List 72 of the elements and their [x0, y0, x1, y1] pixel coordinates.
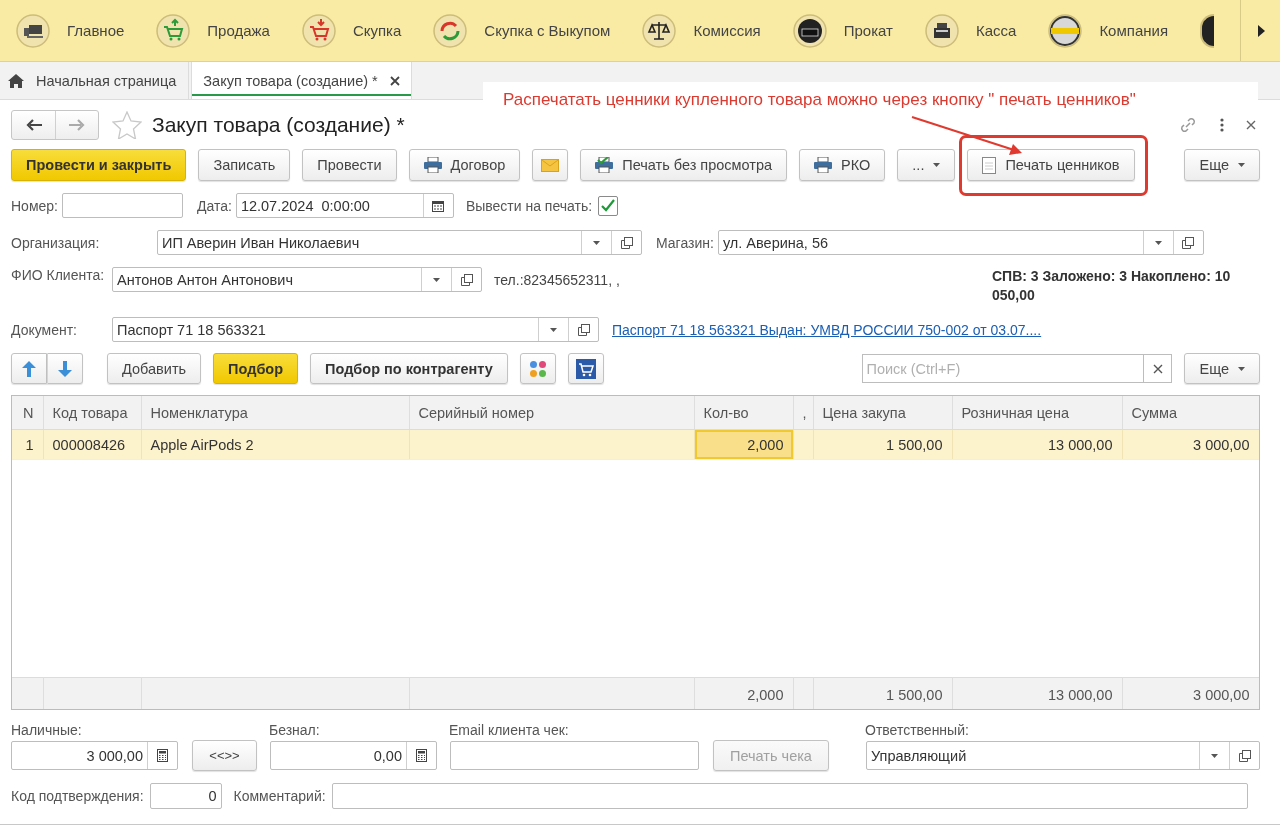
command-button[interactable]: Провести	[302, 149, 397, 181]
swap-button[interactable]: <<>>	[192, 740, 257, 771]
total-cell: 13 000,00	[952, 677, 1122, 709]
organization-field[interactable]: ИП Аверин Иван Николаевич	[157, 230, 642, 255]
nav-item[interactable]: Касса	[924, 13, 1017, 48]
nav-item[interactable]: Главное	[16, 13, 125, 48]
command-button[interactable]: Договор	[408, 149, 521, 181]
nav-item[interactable]: Компания	[1048, 13, 1169, 48]
field-label: Документ:	[11, 321, 78, 338]
column-header[interactable]: Серийный номер	[409, 396, 694, 430]
column-header[interactable]: ,	[793, 396, 813, 430]
cash-field[interactable]: 3 000,00	[11, 741, 178, 770]
table-cell: 1	[12, 429, 43, 460]
table-cell: Apple AirPods 2	[141, 429, 409, 460]
toolbar-button[interactable]: Подбор	[213, 353, 299, 384]
nav-item[interactable]: Скупка	[301, 13, 402, 48]
field-label: Дата:	[197, 197, 232, 214]
field-label: Код подтверждения:	[11, 788, 144, 804]
client-stats: СПВ: 3 Заложено: 3 Накоплено: 10 050,00	[992, 267, 1232, 305]
tab[interactable]: Закуп товара (создание) *	[191, 62, 412, 99]
column-header[interactable]: Цена закупа	[813, 396, 952, 430]
client-field[interactable]: Антонов Антон Антонович	[112, 267, 482, 292]
command-button[interactable]: Печать ценников	[967, 149, 1135, 181]
field-label: Email клиента чек:	[449, 722, 570, 738]
cashless-field[interactable]: 0,00	[270, 741, 437, 770]
command-button[interactable]: Печать без просмотра	[580, 149, 788, 181]
column-header[interactable]: N	[12, 396, 43, 430]
field-label: Безнал:	[269, 722, 321, 738]
command-button[interactable]: РКО	[799, 149, 886, 181]
table-cell: 000008426	[43, 429, 141, 460]
window-title: Закуп товара (создание) *	[152, 113, 405, 137]
phone-text: тел.:82345652311, ,	[494, 272, 620, 288]
field-label: Комментарий:	[233, 788, 326, 804]
table-cell: 1 500,00	[813, 429, 952, 460]
table-cell: 3 000,00	[1122, 429, 1259, 460]
responsible-field[interactable]: Управляющий	[866, 741, 1260, 770]
document-field[interactable]: Паспорт 71 18 563321	[112, 317, 599, 342]
column-header[interactable]: Розничная цена	[952, 396, 1122, 430]
toolbar-button[interactable]: Добавить	[107, 353, 202, 384]
field-label: Организация:	[11, 234, 101, 251]
nav-item[interactable]: Продажа	[156, 13, 270, 48]
command-button[interactable]: Еще	[1184, 149, 1260, 181]
document-link[interactable]: Паспорт 71 18 563321 Выдан: УМВД РОССИИ 750-002 от 03.07....	[612, 321, 1042, 338]
nav-item[interactable]: Комиссия	[642, 13, 761, 48]
toolbar-button[interactable]: Подбор по контрагенту	[310, 353, 508, 384]
table-cell: 13 000,00	[952, 429, 1122, 460]
confirmation-code-field[interactable]: 0	[149, 783, 222, 809]
date-field[interactable]: 12.07.2024 0:00:00	[235, 193, 454, 218]
field-label: Ответственный:	[865, 722, 969, 738]
store-field[interactable]: ул. Аверина, 56	[717, 230, 1204, 255]
table-row[interactable]: 1 000008426 Apple AirPods 2 2,000 1 500,00 13 000,00 3 000,00	[12, 429, 1259, 460]
field-label: ФИО Клиента:	[11, 267, 106, 283]
search-field[interactable]: Поиск (Ctrl+F)	[862, 354, 1144, 383]
nav-item[interactable]: Прокат	[792, 13, 893, 48]
column-header[interactable]: Номенклатура	[141, 396, 409, 430]
tab[interactable]: Начальная страница	[0, 62, 190, 99]
total-cell: 3 000,00	[1122, 677, 1259, 709]
more-button[interactable]: Еще	[1184, 353, 1260, 384]
field-label: Вывести на печать:	[465, 197, 593, 214]
column-header[interactable]: Кол-во	[694, 396, 793, 430]
command-button[interactable]: Записать	[198, 149, 291, 181]
nav-item[interactable]: Скупка с Выкупом	[433, 13, 611, 48]
table-cell: 2,000	[694, 429, 793, 460]
column-header[interactable]: Код товара	[43, 396, 141, 430]
total-cell: 2,000	[694, 677, 793, 709]
menu-button[interactable]: ...	[897, 149, 956, 181]
column-header[interactable]: Сумма	[1122, 396, 1259, 430]
field-label: Номер:	[11, 197, 58, 214]
command-button[interactable]: Провести и закрыть	[11, 149, 187, 181]
field-label: Наличные:	[11, 722, 83, 738]
field-label: Магазин:	[656, 234, 714, 251]
total-cell: 1 500,00	[813, 677, 952, 709]
